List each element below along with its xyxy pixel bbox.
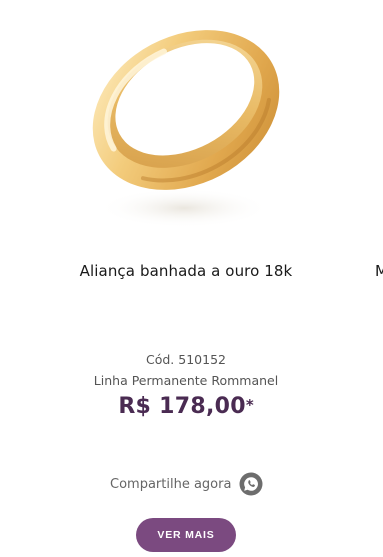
product-title[interactable]: Aliança banhada a ouro 18k [0,262,372,280]
price-row: R$ 178,00* [0,394,372,419]
product-line: Linha Permanente Rommanel [93,373,279,388]
ver-mais-button[interactable]: VER MAIS [136,518,236,552]
whatsapp-icon[interactable] [239,472,263,496]
ring-image[interactable] [74,0,298,252]
next-product-title-peek[interactable]: M [375,262,383,280]
share-label: Compartilhe agora [110,476,232,492]
product-code: Cód. 510152 [146,352,226,367]
product-price: R$ 178,00 [118,394,246,419]
share-row: Compartilhe agora [110,470,263,498]
product-card-page: Aliança banhada a ouro 18k M Cód. 510152… [0,0,383,557]
price-asterisk: * [245,396,254,414]
